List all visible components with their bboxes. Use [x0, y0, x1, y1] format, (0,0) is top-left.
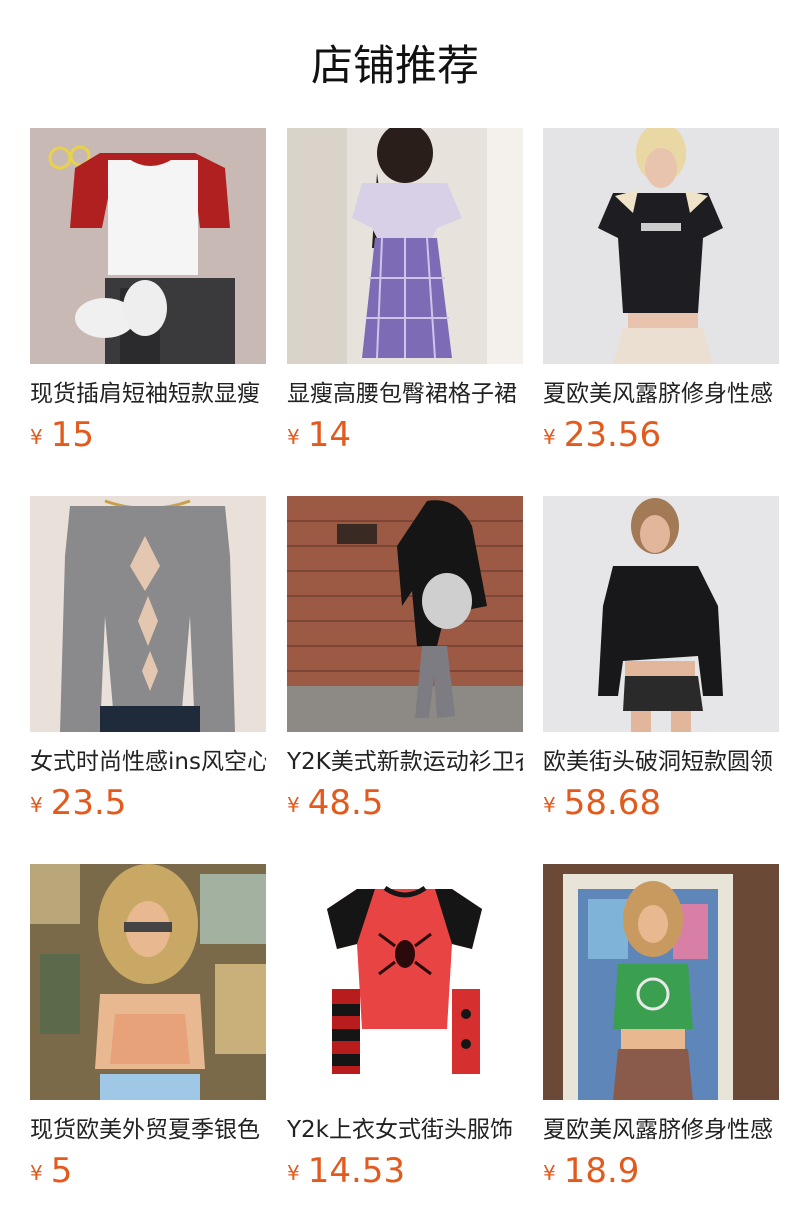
product-name[interactable]: 夏欧美风露脐修身性感 [543, 1114, 779, 1146]
product-price: ¥48.5 [287, 782, 523, 830]
product-price: ¥15 [30, 414, 266, 462]
product-name[interactable]: 女式时尚性感ins风空心 [30, 746, 266, 778]
product-image[interactable] [30, 496, 266, 732]
product-price: ¥14 [287, 414, 523, 462]
product-name[interactable]: 显瘦高腰包臀裙格子裙 [287, 378, 523, 410]
product-name[interactable]: 现货欧美外贸夏季银色 [30, 1114, 266, 1146]
price-amount: 5 [50, 1151, 73, 1191]
currency-symbol: ¥ [287, 1161, 300, 1185]
price-amount: 23.5 [50, 783, 127, 823]
section-title: 店铺推荐 [310, 41, 479, 90]
product-image[interactable] [30, 864, 266, 1100]
currency-symbol: ¥ [543, 425, 556, 449]
product-card[interactable]: 夏欧美风露脐修身性感 ¥18.9 [543, 864, 779, 1204]
product-image[interactable] [30, 128, 266, 364]
product-price: ¥58.68 [543, 782, 779, 830]
product-price: ¥14.53 [287, 1150, 523, 1198]
product-card[interactable]: 夏欧美风露脐修身性感 ¥23.56 [543, 128, 779, 468]
price-amount: 23.56 [563, 415, 662, 455]
product-image[interactable] [287, 496, 523, 732]
price-amount: 14 [307, 415, 351, 455]
product-price: ¥23.56 [543, 414, 779, 462]
price-amount: 48.5 [307, 783, 384, 823]
price-amount: 58.68 [563, 783, 662, 823]
product-name[interactable]: Y2K美式新款运动衫卫衣 [287, 746, 523, 778]
product-price: ¥5 [30, 1150, 266, 1198]
price-amount: 18.9 [563, 1151, 640, 1191]
currency-symbol: ¥ [287, 793, 300, 817]
product-price: ¥18.9 [543, 1150, 779, 1198]
currency-symbol: ¥ [30, 1161, 43, 1185]
price-amount: 15 [50, 415, 94, 455]
product-card[interactable]: Y2K美式新款运动衫卫衣 ¥48.5 [287, 496, 523, 836]
product-image[interactable] [543, 496, 779, 732]
product-name[interactable]: 现货插肩短袖短款显瘦 [30, 378, 266, 410]
product-name[interactable]: Y2k上衣女式街头服饰 [287, 1114, 523, 1146]
product-name[interactable]: 夏欧美风露脐修身性感 [543, 378, 779, 410]
product-card[interactable]: 现货欧美外贸夏季银色 ¥5 [30, 864, 266, 1204]
product-image[interactable] [543, 128, 779, 364]
product-card[interactable]: 显瘦高腰包臀裙格子裙 ¥14 [287, 128, 523, 468]
product-card[interactable]: 女式时尚性感ins风空心 ¥23.5 [30, 496, 266, 836]
price-amount: 14.53 [307, 1151, 406, 1191]
product-card[interactable]: Y2k上衣女式街头服饰 ¥14.53 [287, 864, 523, 1204]
product-image[interactable] [287, 128, 523, 364]
product-name[interactable]: 欧美街头破洞短款圆领 [543, 746, 779, 778]
currency-symbol: ¥ [543, 1161, 556, 1185]
currency-symbol: ¥ [287, 425, 300, 449]
currency-symbol: ¥ [30, 425, 43, 449]
product-price: ¥23.5 [30, 782, 266, 830]
product-card[interactable]: 欧美街头破洞短款圆领 ¥58.68 [543, 496, 779, 836]
currency-symbol: ¥ [543, 793, 556, 817]
currency-symbol: ¥ [30, 793, 43, 817]
product-image[interactable] [287, 864, 523, 1100]
product-card[interactable]: 现货插肩短袖短款显瘦 ¥15 [30, 128, 266, 468]
product-image[interactable] [543, 864, 779, 1100]
